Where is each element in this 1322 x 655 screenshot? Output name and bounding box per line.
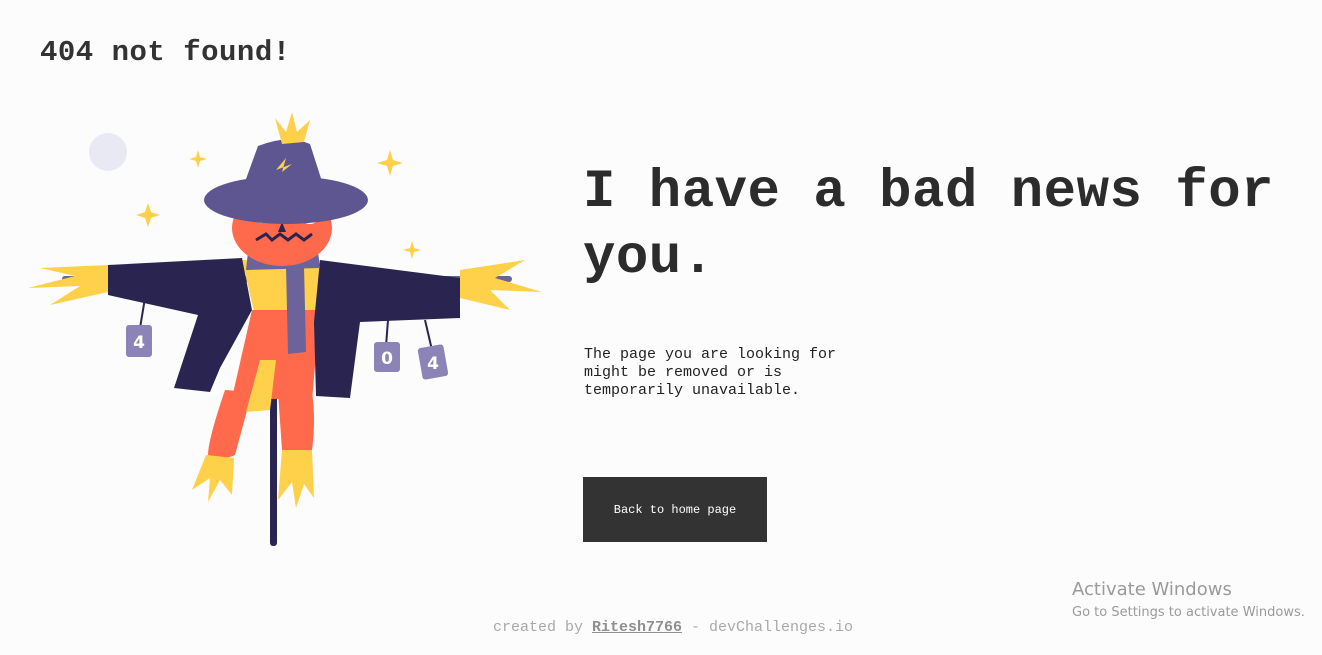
activate-subtitle: Go to Settings to activate Windows.	[1072, 605, 1305, 620]
activate-title: Activate Windows	[1072, 579, 1232, 600]
error-description: The page you are looking for might be re…	[584, 346, 837, 399]
can-4-right: 4	[417, 344, 449, 380]
moon-icon	[89, 133, 127, 171]
site-logo: 404 not found!	[40, 36, 291, 69]
back-to-home-button[interactable]: Back to home page	[583, 477, 767, 542]
footer-prefix: created by	[492, 619, 592, 636]
can-label: 4	[133, 333, 145, 353]
activate-windows-watermark: Activate Windows Go to Settings to activ…	[1072, 579, 1305, 622]
error-headline: I have a bad news for you.	[583, 162, 1275, 289]
can-4-left: 4	[126, 325, 152, 357]
can-label: 4	[427, 354, 439, 374]
footer-suffix: - devChallenges.io	[682, 619, 854, 636]
can-0: 0	[374, 342, 400, 372]
author-link[interactable]: Ritesh7766	[592, 619, 682, 636]
can-label: 0	[381, 349, 393, 369]
scarecrow-illustration: 4 0 4	[28, 112, 542, 546]
